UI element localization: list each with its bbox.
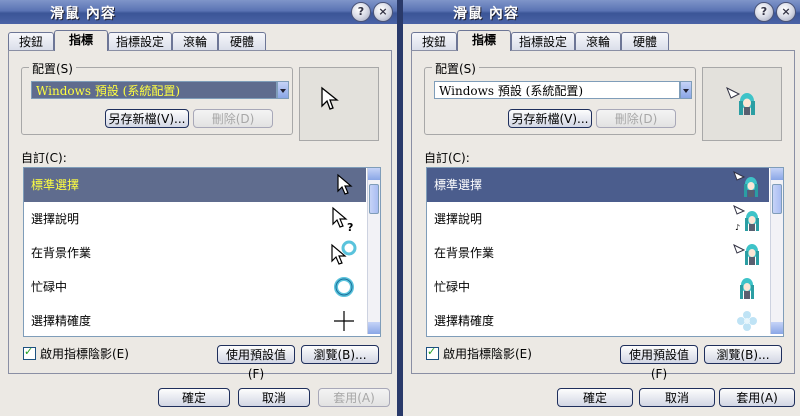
list-item[interactable]: 忙碌中 bbox=[427, 270, 769, 304]
customize-label: 自訂(C): bbox=[21, 151, 67, 165]
list-item-label: 選擇說明 bbox=[31, 212, 80, 226]
apply-button[interactable]: 套用(A) bbox=[318, 388, 390, 407]
tab-wheel[interactable]: 滾輪 bbox=[575, 32, 621, 51]
scheme-label: 配置(S) bbox=[432, 60, 479, 77]
tab-hardware[interactable]: 硬體 bbox=[621, 32, 669, 51]
scheme-select[interactable]: Windows 預設 (系統配置) bbox=[31, 81, 277, 99]
list-item-label: 選擇說明 bbox=[434, 212, 483, 226]
pointers-panel: 配置(S) Windows 預設 (系統配置) 另存新檔(V)... 刪除(D)… bbox=[411, 50, 795, 381]
help-button[interactable]: ? bbox=[754, 2, 774, 22]
close-button[interactable]: × bbox=[373, 2, 393, 22]
arrow-cursor-icon bbox=[321, 86, 339, 110]
scroll-up-button[interactable] bbox=[771, 168, 783, 180]
busy-cursor-icon bbox=[334, 277, 354, 297]
scheme-select[interactable]: Windows 預設 (系統配置) bbox=[434, 81, 680, 99]
pointer-shadow-label: 啟用指標陰影(E) bbox=[40, 347, 129, 361]
tab-pointer-options[interactable]: 指標設定 bbox=[108, 32, 172, 51]
help-button[interactable]: ? bbox=[351, 2, 371, 22]
pointer-preview bbox=[299, 67, 379, 141]
list-item[interactable]: 選擇說明 ? bbox=[24, 202, 366, 236]
cursor-list[interactable]: 標準選擇 選擇說明 ? 在背景作業 忙碌中 選擇精確度 bbox=[23, 167, 381, 337]
list-item-label: 選擇精確度 bbox=[31, 314, 92, 328]
list-item-label: 忙碌中 bbox=[434, 280, 471, 294]
pointer-shadow-label: 啟用指標陰影(E) bbox=[443, 347, 532, 361]
browse-button[interactable]: 瀏覽(B)... bbox=[704, 345, 782, 364]
pointer-shadow-checkbox[interactable] bbox=[23, 345, 36, 360]
list-scrollbar[interactable] bbox=[770, 168, 783, 334]
miku-cursor-icon bbox=[726, 86, 755, 115]
scheme-label: 配置(S) bbox=[29, 60, 76, 77]
svg-text:♪: ♪ bbox=[735, 223, 740, 232]
customize-label: 自訂(C): bbox=[424, 151, 470, 165]
list-item-label: 標準選擇 bbox=[31, 178, 80, 192]
use-default-button[interactable]: 使用預設值(F) bbox=[620, 345, 698, 381]
list-scrollbar[interactable] bbox=[367, 168, 380, 334]
scroll-up-button[interactable] bbox=[368, 168, 380, 180]
mouse-properties-dialog-right: 滑鼠 內容 ? × 按鈕 指標 指標設定 滾輪 硬體 配置(S) Windows… bbox=[403, 0, 800, 416]
list-item-label: 在背景作業 bbox=[434, 246, 495, 260]
list-item-label: 選擇精確度 bbox=[434, 314, 495, 328]
browse-button[interactable]: 瀏覽(B)... bbox=[301, 345, 379, 364]
miku-cursor-icon bbox=[733, 171, 758, 197]
working-in-background-cursor-icon bbox=[331, 240, 357, 265]
dialog-title: 滑鼠 內容 bbox=[50, 6, 116, 22]
delete-button[interactable]: 刪除(D) bbox=[596, 109, 676, 128]
miku-working-cursor-icon bbox=[733, 243, 759, 265]
list-item-label: 標準選擇 bbox=[434, 178, 483, 192]
sparkle-precision-cursor-icon bbox=[737, 311, 757, 331]
close-button[interactable]: × bbox=[776, 2, 796, 22]
list-item[interactable]: 標準選擇 bbox=[24, 168, 366, 202]
title-bar[interactable]: 滑鼠 內容 ? × bbox=[0, 0, 397, 24]
list-item[interactable]: 在背景作業 bbox=[427, 236, 769, 270]
tab-pointers[interactable]: 指標 bbox=[54, 30, 108, 51]
chevron-down-icon[interactable] bbox=[277, 81, 289, 99]
tab-pointers[interactable]: 指標 bbox=[457, 30, 511, 51]
svg-text:?: ? bbox=[347, 221, 353, 233]
use-default-button[interactable]: 使用預設值(F) bbox=[217, 345, 295, 381]
list-item[interactable]: 選擇精確度 bbox=[24, 304, 366, 336]
save-as-button[interactable]: 另存新檔(V)... bbox=[508, 109, 592, 128]
miku-busy-cursor-icon bbox=[740, 278, 754, 299]
title-bar[interactable]: 滑鼠 內容 ? × bbox=[403, 0, 800, 24]
list-item[interactable]: 選擇精確度 bbox=[427, 304, 769, 336]
chevron-down-icon[interactable] bbox=[680, 81, 692, 99]
apply-button[interactable]: 套用(A) bbox=[719, 388, 795, 407]
tab-pointer-options[interactable]: 指標設定 bbox=[511, 32, 575, 51]
scroll-thumb[interactable] bbox=[369, 184, 379, 214]
cursor-list[interactable]: 標準選擇 選擇說明 ♪ 在背景作業 忙碌中 選擇精確度 bbox=[426, 167, 784, 337]
arrow-cursor-icon bbox=[337, 173, 353, 195]
scroll-down-button[interactable] bbox=[771, 322, 783, 334]
tab-buttons[interactable]: 按鈕 bbox=[8, 32, 54, 51]
pointer-shadow-option[interactable]: 啟用指標陰影(E) bbox=[426, 345, 532, 362]
list-item-label: 在背景作業 bbox=[31, 246, 92, 260]
precision-select-cursor-icon bbox=[334, 311, 354, 331]
scroll-thumb[interactable] bbox=[772, 184, 782, 214]
list-item[interactable]: 在背景作業 bbox=[24, 236, 366, 270]
tab-wheel[interactable]: 滾輪 bbox=[172, 32, 218, 51]
list-item[interactable]: 忙碌中 bbox=[24, 270, 366, 304]
dialog-title: 滑鼠 內容 bbox=[453, 6, 519, 22]
tab-buttons[interactable]: 按鈕 bbox=[411, 32, 457, 51]
cancel-button[interactable]: 取消 bbox=[238, 388, 310, 407]
list-item-label: 忙碌中 bbox=[31, 280, 68, 294]
list-item[interactable]: 標準選擇 bbox=[427, 168, 769, 202]
delete-button[interactable]: 刪除(D) bbox=[193, 109, 273, 128]
cancel-button[interactable]: 取消 bbox=[639, 388, 715, 407]
save-as-button[interactable]: 另存新檔(V)... bbox=[105, 109, 189, 128]
pointer-shadow-checkbox[interactable] bbox=[426, 345, 439, 360]
pointer-shadow-option[interactable]: 啟用指標陰影(E) bbox=[23, 345, 129, 362]
scroll-down-button[interactable] bbox=[368, 322, 380, 334]
mouse-properties-dialog-left: 滑鼠 內容 ? × 按鈕 指標 指標設定 滾輪 硬體 配置(S) Windows… bbox=[0, 0, 397, 416]
ok-button[interactable]: 確定 bbox=[158, 388, 230, 407]
help-cursor-icon: ? bbox=[332, 206, 353, 233]
pointer-preview bbox=[702, 67, 782, 141]
miku-help-cursor-icon: ♪ bbox=[733, 205, 759, 232]
pointers-panel: 配置(S) Windows 預設 (系統配置) 另存新檔(V)... 刪除(D)… bbox=[8, 50, 392, 381]
list-item[interactable]: 選擇說明 ♪ bbox=[427, 202, 769, 236]
ok-button[interactable]: 確定 bbox=[557, 388, 633, 407]
tab-hardware[interactable]: 硬體 bbox=[218, 32, 266, 51]
